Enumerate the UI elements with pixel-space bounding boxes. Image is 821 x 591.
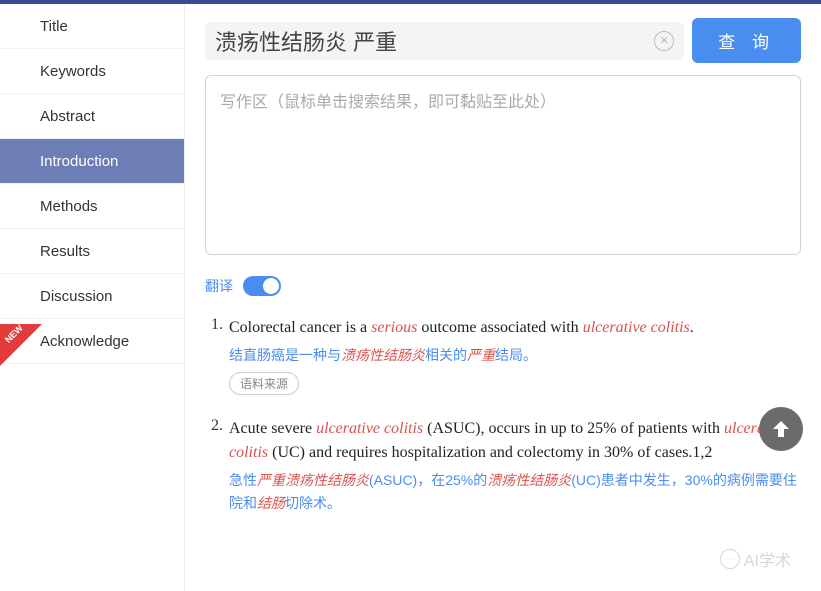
sidebar-item-discussion[interactable]: Discussion: [0, 274, 184, 319]
translate-label: 翻译: [205, 276, 233, 296]
result-chinese: 急性严重溃疡性结肠炎(ASUC)，在25%的溃疡性结肠炎(UC)患者中发生，30…: [229, 469, 801, 514]
watermark-text: AI学术: [744, 547, 791, 571]
result-number: 2.: [205, 417, 229, 520]
result-number: 1.: [205, 316, 229, 395]
result-chinese: 结直肠癌是一种与溃疡性结肠炎相关的严重结局。: [229, 344, 801, 366]
results-list: 1.Colorectal cancer is a serious outcome…: [205, 316, 801, 520]
result-body: Colorectal cancer is a serious outcome a…: [229, 316, 801, 395]
clear-icon[interactable]: ✕: [654, 31, 674, 51]
sidebar-item-methods[interactable]: Methods: [0, 184, 184, 229]
translate-toggle[interactable]: [243, 276, 281, 296]
arrow-up-icon: [769, 417, 793, 441]
result-item[interactable]: 1.Colorectal cancer is a serious outcome…: [205, 316, 801, 395]
wechat-icon: ⋯: [720, 549, 740, 569]
source-button[interactable]: 语料来源: [229, 372, 299, 395]
writing-area[interactable]: [205, 75, 801, 255]
sidebar-item-abstract[interactable]: Abstract: [0, 94, 184, 139]
result-english: Colorectal cancer is a serious outcome a…: [229, 316, 801, 340]
sidebar-item-introduction[interactable]: Introduction: [0, 139, 184, 184]
sidebar-item-keywords[interactable]: Keywords: [0, 49, 184, 94]
watermark: ⋯ AI学术: [720, 547, 791, 571]
search-input[interactable]: [215, 28, 648, 54]
translate-row: 翻译: [205, 276, 801, 296]
query-button[interactable]: 查 询: [692, 18, 801, 63]
search-row: ✕ 查 询: [205, 18, 801, 63]
scroll-top-button[interactable]: [759, 407, 803, 451]
new-badge: NEW: [0, 324, 42, 368]
main-panel: ✕ 查 询 翻译 1.Colorectal cancer is a seriou…: [185, 4, 821, 591]
result-item[interactable]: 2.Acute severe ulcerative colitis (ASUC)…: [205, 417, 801, 520]
result-english: Acute severe ulcerative colitis (ASUC), …: [229, 417, 801, 465]
search-box: ✕: [205, 22, 684, 60]
sidebar-item-results[interactable]: Results: [0, 229, 184, 274]
container: TitleKeywordsAbstractIntroductionMethods…: [0, 4, 821, 591]
result-body: Acute severe ulcerative colitis (ASUC), …: [229, 417, 801, 520]
sidebar-item-title[interactable]: Title: [0, 4, 184, 49]
sidebar: TitleKeywordsAbstractIntroductionMethods…: [0, 4, 185, 591]
